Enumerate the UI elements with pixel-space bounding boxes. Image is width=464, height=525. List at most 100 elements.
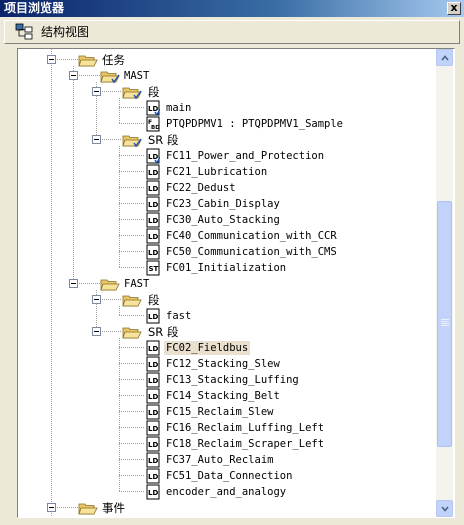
tree-leaf-fc01[interactable]: ST FC01_Initialization xyxy=(18,260,436,276)
ld-section-icon: LD xyxy=(146,196,160,212)
open-folder-icon xyxy=(122,87,142,100)
tree-leaf-fc21[interactable]: LD FC21_Lubrication xyxy=(18,164,436,180)
ld-section-icon: LD xyxy=(146,212,160,228)
tree-leaf-main[interactable]: LD main xyxy=(18,100,436,116)
tree-leaf-encoder[interactable]: LD encoder_and_analogy xyxy=(18,484,436,500)
tree-leaf-fc40[interactable]: LD FC40_Communication_with_CCR xyxy=(18,228,436,244)
tree-node-tasks[interactable]: 任务 xyxy=(18,52,436,68)
tree-label-fc40: FC40_Communication_with_CCR xyxy=(166,230,337,242)
chevron-up-icon xyxy=(441,55,449,61)
svg-text:LD: LD xyxy=(148,217,158,225)
tree-label-fc23: FC23_Cabin_Display xyxy=(166,198,280,210)
tree-label-fc16: FC16_Reclaim_Luffing_Left xyxy=(166,422,325,434)
collapse-toggle[interactable] xyxy=(92,295,101,304)
svg-text:LD: LD xyxy=(148,457,158,465)
tree-label-fc11: FC11_Power_and_Protection xyxy=(166,150,325,162)
tree-leaf-ptqpdpmv1[interactable]: F BD PTQPDPMV1 : PTQPDPMV1_Sample xyxy=(18,116,436,132)
project-tree-panel: 任务 MAST 段 LD main F BD PTQPDPMV1: PTQPD… xyxy=(17,48,455,518)
collapse-toggle[interactable] xyxy=(47,55,56,64)
svg-text:LD: LD xyxy=(148,377,158,385)
ld-section-icon: LD xyxy=(146,340,160,356)
close-icon: x xyxy=(450,1,458,14)
tree-node-fast-sections[interactable]: 段 xyxy=(18,292,436,308)
tree-label-sections: 段 xyxy=(148,293,160,307)
tree-label-fc15: FC15_Reclaim_Slew xyxy=(166,406,274,418)
ld-section-icon: LD xyxy=(146,148,160,164)
tree-leaf-fc14[interactable]: LD FC14_Stacking_Belt xyxy=(18,388,436,404)
close-button[interactable]: x xyxy=(447,2,461,15)
chevron-down-icon xyxy=(441,506,449,512)
collapse-toggle[interactable] xyxy=(69,279,78,288)
tree-node-events[interactable]: 事件 xyxy=(18,500,436,516)
tree-label-main: main xyxy=(166,102,192,114)
svg-text:LD: LD xyxy=(148,313,158,321)
project-tree: 任务 MAST 段 LD main F BD PTQPDPMV1: PTQPD… xyxy=(18,49,436,517)
ld-section-icon: LD xyxy=(146,244,160,260)
scroll-thumb[interactable] xyxy=(437,201,452,447)
tree-leaf-fc15[interactable]: LD FC15_Reclaim_Slew xyxy=(18,404,436,420)
tree-leaf-fc16[interactable]: LD FC16_Reclaim_Luffing_Left xyxy=(18,420,436,436)
collapse-toggle[interactable] xyxy=(92,135,101,144)
tree-label-fc22: FC22_Dedust xyxy=(166,182,236,194)
ld-section-icon: LD xyxy=(146,180,160,196)
ld-section-icon: LD xyxy=(146,372,160,388)
tree-label-fc51: FC51_Data_Connection xyxy=(166,470,293,482)
tree-label-fc12: FC12_Stacking_Slew xyxy=(166,358,280,370)
tree-label-sr-sections: SR 段 xyxy=(148,325,179,339)
collapse-toggle[interactable] xyxy=(69,71,78,80)
fbd-section-icon: F BD xyxy=(146,116,160,132)
tree-node-fast[interactable]: FAST xyxy=(18,276,436,292)
ld-section-icon: LD xyxy=(146,484,160,500)
toolbar: 结构视图 xyxy=(4,20,460,44)
tree-leaf-fc12[interactable]: LD FC12_Stacking_Slew xyxy=(18,356,436,372)
svg-text:LD: LD xyxy=(148,489,158,497)
tree-leaf-fc18[interactable]: LD FC18_Reclaim_Scraper_Left xyxy=(18,436,436,452)
tree-label-tasks: 任务 xyxy=(102,53,125,67)
vertical-scrollbar[interactable] xyxy=(436,49,453,517)
svg-text:ST: ST xyxy=(149,265,159,273)
tree-node-fast-sr-sections[interactable]: SR 段 xyxy=(18,324,436,340)
open-folder-icon xyxy=(122,135,142,148)
collapse-toggle[interactable] xyxy=(92,327,101,336)
tree-leaf-fc22[interactable]: LD FC22_Dedust xyxy=(18,180,436,196)
ld-section-icon: LD xyxy=(146,356,160,372)
ld-section-icon: LD xyxy=(146,420,160,436)
tree-node-mast[interactable]: MAST xyxy=(18,68,436,84)
svg-text:BD: BD xyxy=(151,125,160,131)
ld-section-icon: LD xyxy=(146,436,160,452)
ld-section-icon: LD xyxy=(146,100,160,116)
svg-text:LD: LD xyxy=(148,185,158,193)
svg-text:LD: LD xyxy=(148,393,158,401)
tree-label-ptqpdpmv1: PTQPDPMV1 : PTQPDPMV1_Sample xyxy=(166,118,344,130)
tree-label-fc02-selected: FC02_Fieldbus xyxy=(164,341,251,355)
tree-label-fc18: FC18_Reclaim_Scraper_Left xyxy=(166,438,325,450)
tree-label-encoder: encoder_and_analogy xyxy=(166,486,287,498)
tree-leaf-fast[interactable]: LD fast xyxy=(18,308,436,324)
tree-leaf-fc51[interactable]: LD FC51_Data_Connection xyxy=(18,468,436,484)
tree-label-fast-section: fast xyxy=(166,310,192,322)
svg-text:LD: LD xyxy=(148,345,158,353)
tree-leaf-fc30[interactable]: LD FC30_Auto_Stacking xyxy=(18,212,436,228)
tree-leaf-fc11[interactable]: LD FC11_Power_and_Protection xyxy=(18,148,436,164)
scroll-up-button[interactable] xyxy=(436,49,453,66)
ld-section-icon: LD xyxy=(146,228,160,244)
tree-node-mast-sr-sections[interactable]: SR 段 xyxy=(18,132,436,148)
tree-leaf-fc23[interactable]: LD FC23_Cabin_Display xyxy=(18,196,436,212)
tree-leaf-fc13[interactable]: LD FC13_Stacking_Luffing xyxy=(18,372,436,388)
svg-text:LD: LD xyxy=(148,473,158,481)
ld-section-icon: LD xyxy=(146,468,160,484)
structure-view-icon[interactable] xyxy=(15,23,33,41)
tree-label-sr-sections: SR 段 xyxy=(148,133,179,147)
tree-leaf-fc37[interactable]: LD FC37_Auto_Reclaim xyxy=(18,452,436,468)
svg-text:LD: LD xyxy=(148,441,158,449)
collapse-toggle[interactable] xyxy=(47,503,56,512)
scroll-down-button[interactable] xyxy=(436,500,453,517)
tree-leaf-fc50[interactable]: LD FC50_Communication_with_CMS xyxy=(18,244,436,260)
structure-view-label[interactable]: 结构视图 xyxy=(41,24,89,40)
collapse-toggle[interactable] xyxy=(92,87,101,96)
ld-section-icon: LD xyxy=(146,452,160,468)
tree-leaf-fc02[interactable]: LD FC02_Fieldbus xyxy=(18,340,436,356)
svg-text:LD: LD xyxy=(148,233,158,241)
tree-label-fc21: FC21_Lubrication xyxy=(166,166,268,178)
tree-node-mast-sections[interactable]: 段 xyxy=(18,84,436,100)
